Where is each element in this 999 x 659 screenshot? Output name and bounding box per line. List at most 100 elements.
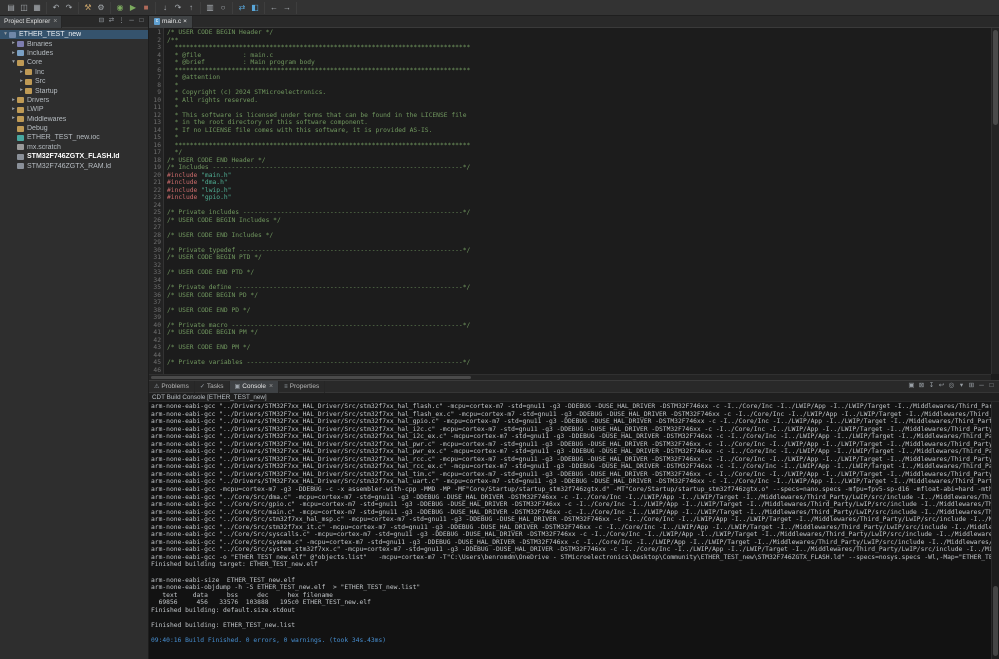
close-icon[interactable]: ×	[269, 383, 273, 390]
code-line[interactable]: /* USER CODE END Header */	[167, 157, 999, 165]
line-number[interactable]: 8	[149, 82, 161, 90]
code-line[interactable]	[167, 314, 999, 322]
step-into-icon[interactable]: ↓	[159, 2, 171, 14]
line-number[interactable]: 22	[149, 187, 161, 195]
code-line[interactable]	[167, 202, 999, 210]
minimize-icon[interactable]: ─	[977, 382, 986, 392]
line-number[interactable]: 3	[149, 44, 161, 52]
word-wrap-icon[interactable]: ↩	[937, 382, 946, 392]
line-number[interactable]: 30	[149, 247, 161, 255]
line-number[interactable]: 29	[149, 239, 161, 247]
tree-item[interactable]: ▸ Drivers	[0, 96, 148, 105]
code-line[interactable]	[167, 367, 999, 375]
maximize-icon[interactable]: □	[987, 382, 996, 392]
tree-item[interactable]: STM32F746ZGTX_RAM.ld	[0, 161, 148, 170]
code-line[interactable]: #include "dma.h"	[167, 179, 999, 187]
scrollbar-thumb[interactable]	[151, 376, 471, 379]
tab-problems[interactable]: ⚠ Problems	[149, 380, 195, 393]
tab-project-explorer[interactable]: Project Explorer ×	[0, 15, 63, 28]
tree-item[interactable]: ▸ Src	[0, 77, 148, 86]
build-all-icon[interactable]: ⚙	[95, 2, 107, 14]
code-line[interactable]: *	[167, 104, 999, 112]
line-number[interactable]: 42	[149, 337, 161, 345]
step-over-icon[interactable]: ↷	[172, 2, 184, 14]
tree-item[interactable]: ▸ Middlewares	[0, 115, 148, 124]
tree-item[interactable]: ETHER_TEST_new.ioc	[0, 133, 148, 142]
line-number[interactable]: 26	[149, 217, 161, 225]
editor-horizontal-scrollbar[interactable]	[149, 374, 991, 380]
close-icon[interactable]: ×	[183, 18, 187, 25]
line-number[interactable]: 24	[149, 202, 161, 210]
line-number[interactable]: 13	[149, 119, 161, 127]
line-number[interactable]: 11	[149, 104, 161, 112]
line-number[interactable]: 19	[149, 164, 161, 172]
tab-tasks[interactable]: ✓ Tasks	[195, 380, 230, 393]
tree-item[interactable]: ▸ Includes	[0, 49, 148, 58]
code-line[interactable]: /* USER CODE END PD */	[167, 307, 999, 315]
line-number[interactable]: 18	[149, 157, 161, 165]
tree-item[interactable]: ▾ Core	[0, 58, 148, 67]
code-line[interactable]: /* USER CODE BEGIN PM */	[167, 329, 999, 337]
chevron-right-icon[interactable]: ▸	[10, 50, 17, 57]
scroll-lock-icon[interactable]: ↧	[927, 382, 936, 392]
editor-vertical-scrollbar[interactable]	[991, 28, 999, 374]
line-number[interactable]: 20	[149, 172, 161, 180]
tree-item[interactable]: ▸ Inc	[0, 68, 148, 77]
line-number[interactable]: 45	[149, 359, 161, 367]
code-line[interactable]: /**	[167, 37, 999, 45]
line-number[interactable]: 38	[149, 307, 161, 315]
code-editor[interactable]: 1 2 3 4 5 6 7 8 9 10 11 12 13 14 15 16 17 18 19 20 21 22 23 24 2…	[149, 28, 999, 380]
code-line[interactable]: * in the root directory of this software…	[167, 119, 999, 127]
clear-console-icon[interactable]: ⊠	[917, 382, 926, 392]
code-line[interactable]: /* USER CODE END Includes */	[167, 232, 999, 240]
code-line[interactable]	[167, 262, 999, 270]
build-icon[interactable]: ⚒	[82, 2, 94, 14]
line-number[interactable]: 21	[149, 179, 161, 187]
line-number[interactable]: 34	[149, 277, 161, 285]
code-line[interactable]: #include "main.h"	[167, 172, 999, 180]
scrollbar-thumb[interactable]	[993, 30, 998, 125]
search-icon[interactable]: ○	[217, 2, 229, 14]
line-number[interactable]: 37	[149, 299, 161, 307]
line-number[interactable]: 16	[149, 142, 161, 150]
code-line[interactable]	[167, 239, 999, 247]
code-line[interactable]: /* Private define ----------------------…	[167, 284, 999, 292]
code-line[interactable]	[167, 299, 999, 307]
line-number[interactable]: 39	[149, 314, 161, 322]
new-c-file-icon[interactable]: ▥	[204, 2, 216, 14]
code-line[interactable]: * Copyright (c) 2024 STMicroelectronics.	[167, 89, 999, 97]
code-line[interactable]	[167, 277, 999, 285]
maximize-icon[interactable]: □	[137, 17, 146, 27]
open-console-icon[interactable]: ⊞	[967, 382, 976, 392]
new-file-icon[interactable]: ▤	[5, 2, 17, 14]
line-number[interactable]: 44	[149, 352, 161, 360]
chevron-down-icon[interactable]: ▾	[10, 60, 17, 66]
run-icon[interactable]: ▶	[127, 2, 139, 14]
undo-icon[interactable]: ↶	[50, 2, 62, 14]
chevron-right-icon[interactable]: ▸	[18, 78, 25, 85]
code-line[interactable]: */	[167, 149, 999, 157]
chevron-right-icon[interactable]: ▸	[10, 97, 17, 104]
code-line[interactable]: /* USER CODE BEGIN PD */	[167, 292, 999, 300]
line-number[interactable]: 43	[149, 344, 161, 352]
device-config-icon[interactable]: ◧	[249, 2, 261, 14]
line-number-gutter[interactable]: 1 2 3 4 5 6 7 8 9 10 11 12 13 14 15 16 17 18 19 20 21 22 23 24 2…	[149, 28, 164, 380]
code-line[interactable]: * If no LICENSE file comes with this sof…	[167, 127, 999, 135]
line-number[interactable]: 6	[149, 67, 161, 75]
code-line[interactable]: * @file : main.c	[167, 52, 999, 60]
line-number[interactable]: 25	[149, 209, 161, 217]
tree-item[interactable]: mx.scratch	[0, 143, 148, 152]
line-number[interactable]: 17	[149, 149, 161, 157]
code-line[interactable]: /* Private variables -------------------…	[167, 359, 999, 367]
forward-icon[interactable]: →	[281, 2, 293, 14]
line-number[interactable]: 31	[149, 254, 161, 262]
view-menu-icon[interactable]: ⋮	[117, 17, 126, 27]
code-line[interactable]: *	[167, 134, 999, 142]
line-number[interactable]: 15	[149, 134, 161, 142]
chevron-right-icon[interactable]: ▸	[10, 116, 17, 122]
line-number[interactable]: 7	[149, 74, 161, 82]
line-number[interactable]: 33	[149, 269, 161, 277]
line-number[interactable]: 2	[149, 37, 161, 45]
code-line[interactable]: /* USER CODE BEGIN Header */	[167, 29, 999, 37]
console-vertical-scrollbar[interactable]	[991, 402, 999, 659]
